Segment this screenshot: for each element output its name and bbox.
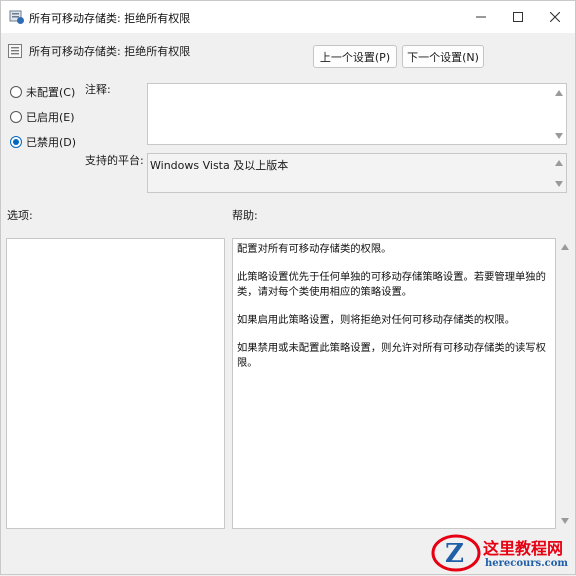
minimize-button[interactable] — [461, 1, 501, 33]
radio-disabled-circle[interactable] — [10, 136, 22, 148]
scroll-up-arrow-icon[interactable] — [561, 244, 569, 250]
scroll-down-arrow-icon[interactable] — [561, 518, 569, 524]
supported-platform-value: Windows Vista 及以上版本 — [150, 159, 289, 172]
minimize-icon — [476, 16, 486, 18]
policy-title: 所有可移动存储类: 拒绝所有权限 — [29, 45, 191, 58]
supported-platform-box: Windows Vista 及以上版本 — [147, 153, 567, 193]
help-paragraph: 如果启用此策略设置，则将拒绝对任何可移动存储类的权限。 — [237, 314, 516, 326]
maximize-icon — [513, 12, 523, 22]
previous-setting-button[interactable]: 上一个设置(P) — [313, 45, 397, 68]
radio-not-configured[interactable]: 未配置(C) — [10, 84, 75, 100]
comment-label: 注释: — [85, 83, 111, 96]
policy-setting-icon — [8, 44, 22, 58]
window-title: 所有可移动存储类: 拒绝所有权限 — [29, 12, 191, 25]
help-paragraph: 如果禁用或未配置此策略设置，则允许对所有可移动存储类的读写权限。 — [237, 342, 546, 369]
scroll-up-arrow-icon[interactable] — [555, 90, 563, 96]
radio-not-configured-circle[interactable] — [10, 86, 22, 98]
watermark-logo-icon: Z — [431, 534, 481, 572]
next-setting-button[interactable]: 下一个设置(N) — [402, 45, 484, 68]
close-button[interactable] — [535, 1, 575, 33]
watermark-url: herecours.com — [485, 558, 569, 569]
policy-dialog-window: 所有可移动存储类: 拒绝所有权限 所有可移动存储类: 拒绝所有权限 上一个设置(… — [0, 0, 576, 575]
help-scrollbar[interactable] — [558, 238, 572, 529]
watermark-text: 这里教程网 — [483, 539, 564, 558]
scroll-down-arrow-icon[interactable] — [555, 181, 563, 187]
radio-enabled-label: 已启用(E) — [26, 111, 75, 124]
help-label: 帮助: — [232, 209, 258, 222]
radio-enabled[interactable]: 已启用(E) — [10, 109, 75, 125]
title-bar[interactable]: 所有可移动存储类: 拒绝所有权限 — [1, 1, 575, 33]
options-panel[interactable] — [6, 238, 225, 529]
platform-scrollbar[interactable] — [552, 154, 566, 192]
comment-textarea[interactable] — [147, 83, 567, 145]
help-panel[interactable]: 配置对所有可移动存储类的权限。 此策略设置优先于任何单独的可移动存储策略设置。若… — [232, 238, 556, 529]
scroll-down-arrow-icon[interactable] — [555, 133, 563, 139]
close-icon — [550, 12, 560, 22]
radio-disabled[interactable]: 已禁用(D) — [10, 134, 76, 150]
comment-scrollbar[interactable] — [552, 84, 566, 144]
policy-app-icon — [9, 10, 24, 24]
help-paragraph: 配置对所有可移动存储类的权限。 — [237, 243, 392, 255]
radio-not-configured-label: 未配置(C) — [26, 86, 76, 99]
options-label: 选项: — [7, 209, 33, 222]
scroll-up-arrow-icon[interactable] — [555, 160, 563, 166]
site-watermark: Z 这里教程网 herecours.com — [431, 531, 576, 576]
svg-text:Z: Z — [445, 539, 464, 569]
radio-disabled-label: 已禁用(D) — [26, 136, 77, 149]
supported-platform-label: 支持的平台: — [85, 154, 144, 167]
help-paragraph: 此策略设置优先于任何单独的可移动存储策略设置。若要管理单独的类，请对每个类使用相… — [237, 271, 546, 298]
radio-enabled-circle[interactable] — [10, 111, 22, 123]
maximize-button[interactable] — [498, 1, 538, 33]
